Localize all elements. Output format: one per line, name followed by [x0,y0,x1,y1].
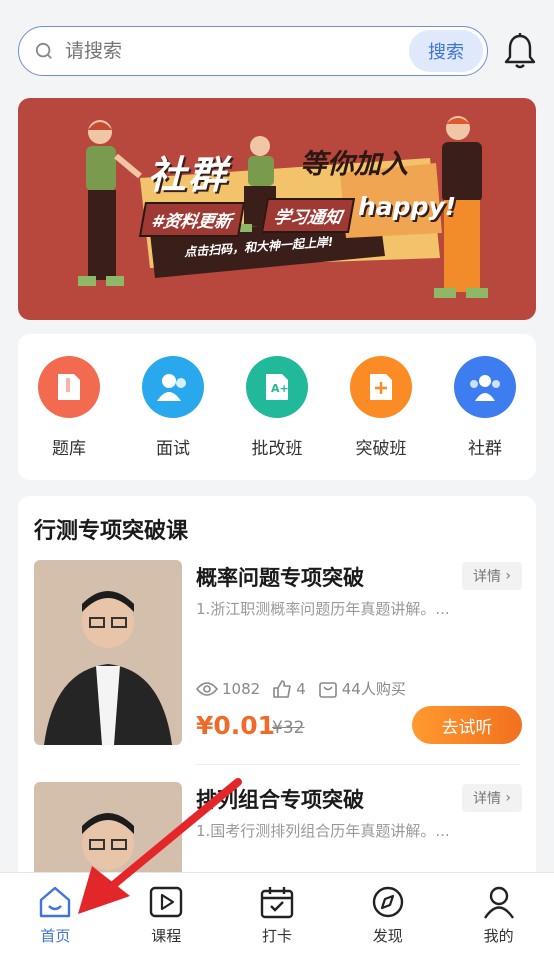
detail-label: 详情 [472,791,501,807]
tab-label: 打卡 [261,927,292,945]
tab-label: 课程 [151,927,182,945]
tab-checkin[interactable]: 打卡 [222,873,333,958]
tab-label: 首页 [40,927,71,945]
banner-tag: 学习通知 [260,198,356,233]
course-name: 概率问题专项突破 [196,566,364,590]
chevron-right-icon: › [500,790,512,806]
menu-label: 题库 [52,439,86,459]
person-left-illustration [78,120,142,286]
eye-icon [196,681,218,696]
bottom-tab-bar: 首页 课程 打卡 发现 我的 [0,872,554,958]
question-bank-icon [38,356,100,418]
try-listen-button[interactable]: 去试听 [412,706,522,744]
course-name: 排列组合专项突破 [196,788,364,812]
tab-label: 我的 [483,927,514,945]
interview-icon [142,356,204,418]
search-bar[interactable]: 搜索 [18,26,488,76]
course-stats: 1082 4 44人购买 [196,678,418,699]
community-banner[interactable]: 社群 等你加入 #资料更新 学习通知 happy! 点击扫码，和大神一起上岸! [18,98,536,320]
menu-label: 突破班 [355,439,407,459]
detail-label: 详情 [472,569,501,585]
old-price: ¥32 [272,718,305,738]
tab-discover[interactable]: 发现 [332,873,443,958]
banner-tag: #资料更新 [138,202,245,237]
divider [196,764,520,765]
compass-icon [372,886,403,918]
course-desc: 1.国考行测排列组合历年真题讲解。... [196,822,450,840]
menu-item-community[interactable]: 社群 [435,356,535,459]
search-input[interactable] [65,40,409,62]
bag-icon [318,681,337,698]
course-desc: 1.浙江职测概率问题历年真题讲解。... [196,600,450,618]
menu-label: 批改班 [251,439,303,459]
menu-item-grading-class[interactable]: A+ 批改班 [227,356,327,459]
menu-item-breakthrough-class[interactable]: 突破班 [331,356,431,459]
menu-label: 社群 [468,439,502,459]
chevron-right-icon: › [500,568,512,584]
thumbs-up-icon [273,679,291,698]
grading-class-icon: A+ [246,356,308,418]
tab-course[interactable]: 课程 [111,873,222,958]
buyer-count: 44人购买 [341,680,406,698]
community-icon [454,356,516,418]
banner-headline-b: 等你加入 [300,149,408,180]
bell-icon[interactable] [503,32,537,70]
view-count: 1082 [222,679,261,698]
tab-profile[interactable]: 我的 [443,873,554,958]
like-count: 4 [296,679,306,698]
menu-item-interview[interactable]: 面试 [123,356,223,459]
menu-item-question-bank[interactable]: 题库 [19,356,119,459]
search-button[interactable]: 搜索 [409,30,483,72]
play-icon [149,886,183,918]
quick-menu: 题库 面试 A+ 批改班 突破班 社群 [18,334,536,480]
teacher-photo [34,560,182,745]
detail-button[interactable]: 详情 › [462,562,522,590]
course-item[interactable]: 概率问题专项突破 详情 › 1.浙江职测概率问题历年真题讲解。... 1082 … [34,560,522,750]
breakthrough-class-icon [350,356,412,418]
menu-label: 面试 [156,439,190,459]
search-icon [35,42,52,59]
profile-icon [483,886,514,919]
svg-text:A+: A+ [271,382,289,395]
tab-home[interactable]: 首页 [0,873,111,958]
banner-headline-a: 社群 [148,153,229,197]
banner-tag: happy! [358,192,457,221]
home-icon [40,886,71,918]
course-section: 行测专项突破课 概率问题专项突破 详情 › 1.浙江职测概率问题历年真题讲解。.… [18,496,536,958]
section-title: 行测专项突破课 [34,519,189,544]
detail-button[interactable]: 详情 › [462,784,522,812]
tab-label: 发现 [372,927,403,945]
calendar-check-icon [260,887,294,919]
price: ¥0.01 [196,711,276,740]
